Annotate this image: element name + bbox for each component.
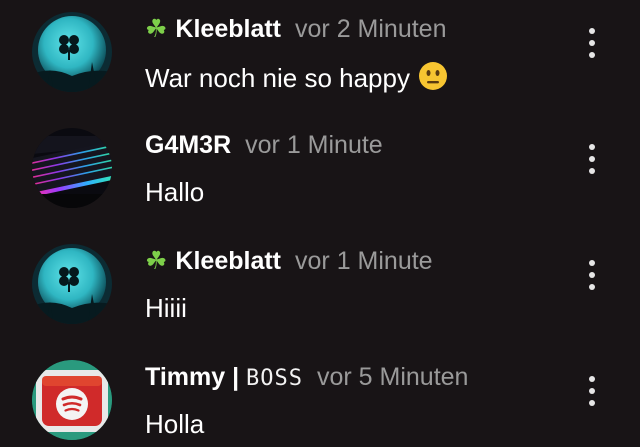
- author-name[interactable]: Timmy | BOSS: [145, 363, 303, 391]
- comment-list: ☘ Kleeblatt vor 2 Minuten War noch nie so …: [0, 0, 640, 447]
- comment-header: ☘ Kleeblatt vor 1 Minute: [145, 246, 433, 276]
- comment-text: Hallo: [145, 177, 204, 207]
- timestamp: vor 2 Minuten: [295, 15, 447, 43]
- moon-clover-avatar-icon: [32, 244, 112, 324]
- comment-header: G4M3R vor 1 Minute: [145, 130, 383, 160]
- moon-clover-avatar-icon: [32, 12, 112, 92]
- more-options-icon[interactable]: [580, 144, 604, 174]
- spotify-cube-avatar-icon: [32, 360, 112, 440]
- author-name[interactable]: Kleeblatt: [175, 247, 281, 275]
- comment-header: Timmy | BOSS vor 5 Minuten: [145, 362, 468, 394]
- comment-item: ☘ Kleeblatt vor 2 Minuten War noch nie so …: [0, 0, 640, 116]
- timestamp: vor 1 Minute: [295, 247, 433, 275]
- avatar[interactable]: [32, 128, 112, 208]
- avatar[interactable]: [32, 12, 112, 92]
- comment-text: War noch nie so happy: [145, 61, 448, 93]
- more-options-icon[interactable]: [580, 260, 604, 290]
- comment-item: G4M3R vor 1 Minute Hallo: [0, 116, 640, 232]
- more-options-icon[interactable]: [580, 28, 604, 58]
- clover-icon: ☘: [145, 15, 168, 43]
- rgb-keyboard-avatar-icon: [32, 128, 112, 208]
- comment-item: ☘ Kleeblatt vor 1 Minute Hiiii: [0, 232, 640, 348]
- comment-text: Holla: [145, 409, 204, 439]
- clover-icon: ☘: [145, 247, 168, 275]
- author-name[interactable]: G4M3R: [145, 131, 231, 159]
- comment-text-body: Hallo: [145, 177, 205, 207]
- comment-text-body: Holla: [145, 409, 205, 439]
- timestamp: vor 1 Minute: [245, 131, 383, 159]
- comment-text-body: War noch nie so happy: [145, 63, 410, 93]
- timestamp: vor 5 Minuten: [317, 363, 469, 391]
- more-options-icon[interactable]: [580, 376, 604, 406]
- neutral-face-emoji-icon: [418, 62, 447, 90]
- author-name[interactable]: Kleeblatt: [175, 15, 281, 43]
- avatar[interactable]: [32, 244, 112, 324]
- boss-badge: BOSS: [246, 366, 303, 391]
- author-name-text: Timmy |: [145, 363, 247, 391]
- comment-item: Timmy | BOSS vor 5 Minuten Holla: [0, 348, 640, 447]
- comment-header: ☘ Kleeblatt vor 2 Minuten: [145, 14, 446, 44]
- avatar[interactable]: [32, 360, 112, 440]
- comment-text-body: Hiiii: [145, 293, 187, 323]
- comment-text: Hiiii: [145, 293, 187, 323]
